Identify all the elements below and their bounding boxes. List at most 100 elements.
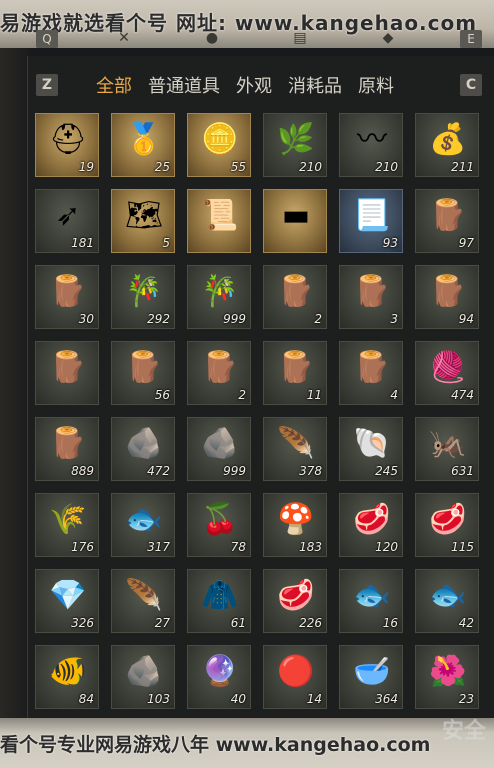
filter-tabs: 全部 普通道具 外观 消耗品 原料 (96, 70, 394, 100)
inventory-slot[interactable]: 🥩 120 (339, 493, 403, 557)
item-quantity: 55 (230, 160, 246, 174)
inventory-slot[interactable]: 🪨 999 (187, 417, 251, 481)
log-bundle-icon: 🪵 (49, 350, 87, 385)
inventory-slot[interactable]: 🪨 472 (111, 417, 175, 481)
inventory-slot[interactable]: 🪶 378 (263, 417, 327, 481)
feathers-icon: 🪶 (125, 578, 163, 613)
item-quantity: 97 (458, 236, 474, 250)
left-edge (0, 0, 30, 768)
red-gem-icon: 🔴 (277, 654, 315, 689)
log-bundle-icon: 🪵 (201, 350, 239, 385)
tab-appearance[interactable]: 外观 (236, 72, 272, 98)
inventory-slot[interactable]: 🧶 474 (415, 341, 479, 405)
log-bundle-icon: 🪵 (277, 274, 315, 309)
inventory-slot[interactable]: 🪵 2 (263, 265, 327, 329)
tab-consumables[interactable]: 消耗品 (288, 72, 342, 98)
inventory-slot[interactable]: ▬ (263, 189, 327, 253)
tab-all[interactable]: 全部 (96, 72, 132, 98)
key-e[interactable]: E (460, 30, 482, 48)
carp-fish-icon: 🐟 (353, 578, 391, 613)
gold-bar-icon: ▬ (281, 198, 311, 233)
item-quantity: 210 (375, 160, 398, 174)
inventory-slot[interactable]: 🪙 55 (187, 113, 251, 177)
item-quantity: 889 (71, 464, 94, 478)
bag-tab-icon[interactable]: ● (202, 30, 222, 48)
close-icon[interactable]: ✕ (114, 30, 134, 48)
fish-icon: 🐟 (125, 502, 163, 537)
inventory-slot[interactable]: 🗺 5 (111, 189, 175, 253)
insect-icon: 🦗 (429, 426, 467, 461)
inventory-slot[interactable]: 🥩 226 (263, 569, 327, 633)
inventory-slot[interactable]: 🥩 115 (415, 493, 479, 557)
inventory-slot[interactable]: 📜 (187, 189, 251, 253)
gold-ingot-icon: 🥇 (125, 122, 163, 157)
inventory-slot[interactable]: 🐟 42 (415, 569, 479, 633)
log-bundle-icon: 🪵 (429, 274, 467, 309)
inventory-slot[interactable]: 🪵 56 (111, 341, 175, 405)
mushroom-icon: 🍄 (277, 502, 315, 537)
key-q[interactable]: Q (36, 30, 58, 48)
item-quantity: 183 (299, 540, 322, 554)
item-quantity: 210 (299, 160, 322, 174)
inventory-slot[interactable]: 〰 210 (339, 113, 403, 177)
inventory-slot[interactable]: 🪵 (35, 341, 99, 405)
inventory-slot[interactable]: 🪵 4 (339, 341, 403, 405)
item-quantity: 14 (306, 692, 322, 706)
inventory-slot[interactable]: 🎋 292 (111, 265, 175, 329)
inventory-slot[interactable]: 🔮 40 (187, 645, 251, 709)
item-quantity: 211 (451, 160, 474, 174)
inventory-slot[interactable]: 🐟 16 (339, 569, 403, 633)
gem-tab-icon[interactable]: ◆ (378, 30, 398, 48)
inventory-slot[interactable]: ➶ 181 (35, 189, 99, 253)
item-quantity: 16 (382, 616, 398, 630)
item-quantity: 115 (451, 540, 474, 554)
site-watermark: 安全 (441, 719, 486, 744)
inventory-slot[interactable]: 🪨 103 (111, 645, 175, 709)
prev-filter-key[interactable]: Z (36, 74, 58, 96)
inventory-slot[interactable]: 🪵 30 (35, 265, 99, 329)
item-quantity: 999 (223, 312, 246, 326)
inventory-slot[interactable]: 🪵 97 (415, 189, 479, 253)
inventory-slot[interactable]: 🪵 11 (263, 341, 327, 405)
inventory-slot[interactable]: 📃 93 (339, 189, 403, 253)
tab-materials[interactable]: 原料 (358, 72, 394, 98)
cat-coin-icon: 🪙 (201, 122, 239, 157)
inventory-slot[interactable]: 🥣 364 (339, 645, 403, 709)
inventory-slot[interactable]: 🪵 2 (187, 341, 251, 405)
inventory-slot[interactable]: 🌿 210 (263, 113, 327, 177)
feather-icon: 🪶 (277, 426, 315, 461)
inventory-slot[interactable]: 🍄 183 (263, 493, 327, 557)
inventory-slot[interactable]: 🌾 176 (35, 493, 99, 557)
inventory-slot[interactable]: 🎋 999 (187, 265, 251, 329)
arrows-icon: ➶ (55, 198, 81, 233)
inventory-slot[interactable]: 🍒 78 (187, 493, 251, 557)
item-quantity: 61 (230, 616, 246, 630)
item-quantity: 84 (78, 692, 94, 706)
inventory-slot[interactable]: 🪵 889 (35, 417, 99, 481)
book-tab-icon[interactable]: ▤ (290, 30, 310, 48)
inventory-slot[interactable]: 🪵 3 (339, 265, 403, 329)
inventory-slot[interactable]: 🥇 25 (111, 113, 175, 177)
top-watermark-text: 易游戏就选看个号 网址: www.kangehao.com (0, 11, 478, 35)
rock-icon: 🪨 (125, 426, 163, 461)
inventory-slot[interactable]: 🔴 14 (263, 645, 327, 709)
inventory-slot[interactable]: 💰 211 (415, 113, 479, 177)
map-fragment-icon: 🗺 (124, 198, 164, 233)
ore-icon: 🪨 (125, 654, 163, 689)
inventory-slot[interactable]: 🦗 631 (415, 417, 479, 481)
inventory-slot[interactable]: 🐚 245 (339, 417, 403, 481)
inventory-slot[interactable]: 🪶 27 (111, 569, 175, 633)
inventory-slot[interactable]: 🪵 94 (415, 265, 479, 329)
inventory-slot[interactable]: ⛑ 19 (35, 113, 99, 177)
inventory-slot[interactable]: 🐠 84 (35, 645, 99, 709)
item-quantity: 78 (230, 540, 246, 554)
next-filter-key[interactable]: C (460, 74, 482, 96)
inventory-slot[interactable]: 💎 326 (35, 569, 99, 633)
item-quantity: 27 (154, 616, 170, 630)
tab-common-items[interactable]: 普通道具 (148, 72, 220, 98)
inventory-slot[interactable]: 🐟 317 (111, 493, 175, 557)
item-quantity: 4 (390, 388, 398, 402)
item-quantity: 364 (375, 692, 398, 706)
inventory-slot[interactable]: 🧥 61 (187, 569, 251, 633)
inventory-slot[interactable]: 🌺 23 (415, 645, 479, 709)
